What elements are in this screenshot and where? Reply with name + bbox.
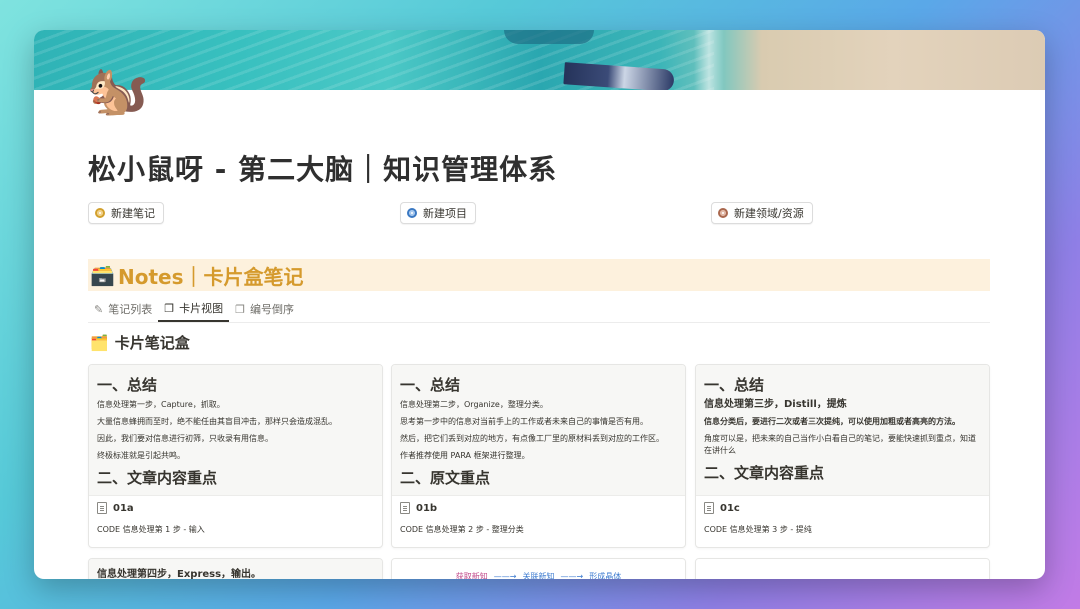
page-icon bbox=[400, 502, 410, 514]
card-preview: 信息处理第四步，Express，输出。 bbox=[89, 559, 382, 579]
card-text: 角度可以是，把未来的自己当作小白看自己的笔记，要能快速抓到重点，知道在讲什么 bbox=[704, 434, 976, 455]
new-area-resource-label: 新建领域/资源 bbox=[734, 207, 804, 220]
card-meta: 01b CODE 信息处理第 2 步 - 整理分类 bbox=[400, 502, 677, 535]
cards-icon: ❐ bbox=[164, 301, 175, 315]
tab-note-list[interactable]: ✎ 笔记列表 bbox=[88, 296, 158, 322]
card-code: CODE 信息处理第 1 步 - 输入 bbox=[97, 525, 205, 534]
card-code: CODE 信息处理第 3 步 - 提纯 bbox=[704, 525, 812, 534]
card-code: CODE 信息处理第 2 步 - 整理分类 bbox=[400, 525, 524, 534]
view-title[interactable]: 🗂️ 卡片笔记盒 bbox=[90, 332, 190, 353]
page-title[interactable]: 松小鼠呀 - 第二大脑｜知识管理体系 bbox=[88, 148, 557, 188]
tab-label: 笔记列表 bbox=[108, 303, 153, 316]
note-card[interactable]: 一、总结 信息处理第二步，Organize，整理分类。 思考第一步中的信息对当前… bbox=[391, 364, 686, 548]
card-text: 思考第一步中的信息对当前手上的工作或者未来自己的事情是否有用。 bbox=[400, 417, 648, 426]
new-note-button[interactable]: 新建笔记 bbox=[88, 202, 164, 224]
note-card[interactable] bbox=[695, 558, 990, 579]
new-project-label: 新建项目 bbox=[423, 207, 467, 220]
card-text: 终极标准就是引起共鸣。 bbox=[97, 451, 185, 460]
tab-label: 编号倒序 bbox=[249, 303, 294, 316]
card-preview: 一、总结 信息处理第一步，Capture，抓取。 大量信息蜂拥而至时，绝不能任由… bbox=[89, 365, 382, 496]
page-icon bbox=[704, 502, 714, 514]
card-text: 信息处理第一步，Capture，抓取。 bbox=[97, 400, 225, 409]
flow-step: 形成晶体 bbox=[589, 572, 622, 579]
card-preview: 一、总结 信息处理第三步，Distill，提炼 信息分类后，要进行二次或者三次提… bbox=[696, 365, 989, 496]
view-tabs: ✎ 笔记列表 ❐ 卡片视图 ❐ 编号倒序 bbox=[88, 296, 990, 323]
tab-card-view[interactable]: ❐ 卡片视图 bbox=[158, 296, 230, 322]
note-card[interactable]: 信息处理第四步，Express，输出。 bbox=[88, 558, 383, 579]
card-id: 01a bbox=[113, 502, 134, 514]
card-box-icon: 🗃️ bbox=[90, 263, 115, 287]
new-area-resource-button[interactable]: 新建领域/资源 bbox=[711, 202, 813, 224]
new-note-label: 新建笔记 bbox=[111, 207, 155, 220]
card-index-icon: 🗂️ bbox=[90, 333, 109, 352]
page-icon bbox=[97, 502, 107, 514]
card-heading: 二、文章内容重点 bbox=[704, 464, 825, 482]
card-id: 01b bbox=[416, 502, 438, 514]
flow-step: 获取新知 bbox=[455, 572, 488, 579]
card-preview: 获取新知 ——→ 关联新知 ——→ 形成晶体 bbox=[392, 559, 685, 579]
note-card[interactable]: 一、总结 信息处理第一步，Capture，抓取。 大量信息蜂拥而至时，绝不能任由… bbox=[88, 364, 383, 548]
card-text: 大量信息蜂拥而至时，绝不能任由其盲目冲击，那样只会造成混乱。 bbox=[97, 417, 337, 426]
circle-icon bbox=[407, 208, 417, 218]
card-heading: 二、文章内容重点 bbox=[97, 469, 218, 487]
card-id: 01c bbox=[720, 502, 740, 514]
new-project-button[interactable]: 新建项目 bbox=[400, 202, 476, 224]
arrow-right-icon: ——→ bbox=[493, 572, 517, 579]
circle-icon bbox=[718, 208, 728, 218]
card-meta: 01c CODE 信息处理第 3 步 - 提纯 bbox=[704, 502, 981, 535]
card-text: 信息处理第四步，Express，输出。 bbox=[97, 569, 262, 579]
card-text: 因此，我们要对信息进行初筛，只收录有用信息。 bbox=[97, 434, 273, 443]
card-heading: 一、总结 bbox=[400, 376, 461, 394]
page-icon[interactable]: 🐿️ bbox=[86, 58, 150, 122]
cards-icon: ❐ bbox=[235, 302, 245, 316]
card-heading: 一、总结 bbox=[97, 376, 158, 394]
card-heading: 一、总结 bbox=[704, 376, 765, 394]
card-text: 作者推荐使用 PARA 框架进行整理。 bbox=[400, 451, 530, 460]
card-preview bbox=[696, 559, 989, 579]
view-title-label: 卡片笔记盒 bbox=[114, 334, 190, 352]
card-preview: 一、总结 信息处理第二步，Organize，整理分类。 思考第一步中的信息对当前… bbox=[392, 365, 685, 496]
flow-step: 关联新知 bbox=[522, 572, 555, 579]
note-card[interactable]: 一、总结 信息处理第三步，Distill，提炼 信息分类后，要进行二次或者三次提… bbox=[695, 364, 990, 548]
card-text: 信息处理第二步，Organize，整理分类。 bbox=[400, 400, 548, 409]
card-meta: 01a CODE 信息处理第 1 步 - 输入 bbox=[97, 502, 374, 535]
notion-window: 🐿️ 松小鼠呀 - 第二大脑｜知识管理体系 新建笔记 新建项目 新建领域/资源 … bbox=[34, 30, 1045, 579]
notes-section-heading: 🗃️ Notes｜卡片盒笔记 bbox=[88, 259, 990, 291]
flow-diagram: 获取新知 ——→ 关联新知 ——→ 形成晶体 bbox=[400, 571, 677, 579]
card-text: 信息分类后，要进行二次或者三次提纯，可以使用加粗或者高亮的方法。 bbox=[704, 417, 960, 426]
cover-image[interactable] bbox=[34, 30, 1045, 90]
note-card[interactable]: 获取新知 ——→ 关联新知 ——→ 形成晶体 bbox=[391, 558, 686, 579]
section-title: Notes｜卡片盒笔记 bbox=[118, 264, 304, 289]
tab-number-desc[interactable]: ❐ 编号倒序 bbox=[229, 296, 300, 322]
card-heading: 二、原文重点 bbox=[400, 469, 491, 487]
edit-icon: ✎ bbox=[94, 302, 104, 316]
tab-label: 卡片视图 bbox=[179, 302, 224, 315]
arrow-right-icon: ——→ bbox=[560, 572, 584, 579]
circle-icon bbox=[95, 208, 105, 218]
card-text: 信息处理第三步，Distill，提炼 bbox=[704, 399, 847, 410]
card-text: 然后，把它们丢到对应的地方，有点像工厂里的原材料丢到对应的工作区。 bbox=[400, 434, 664, 443]
